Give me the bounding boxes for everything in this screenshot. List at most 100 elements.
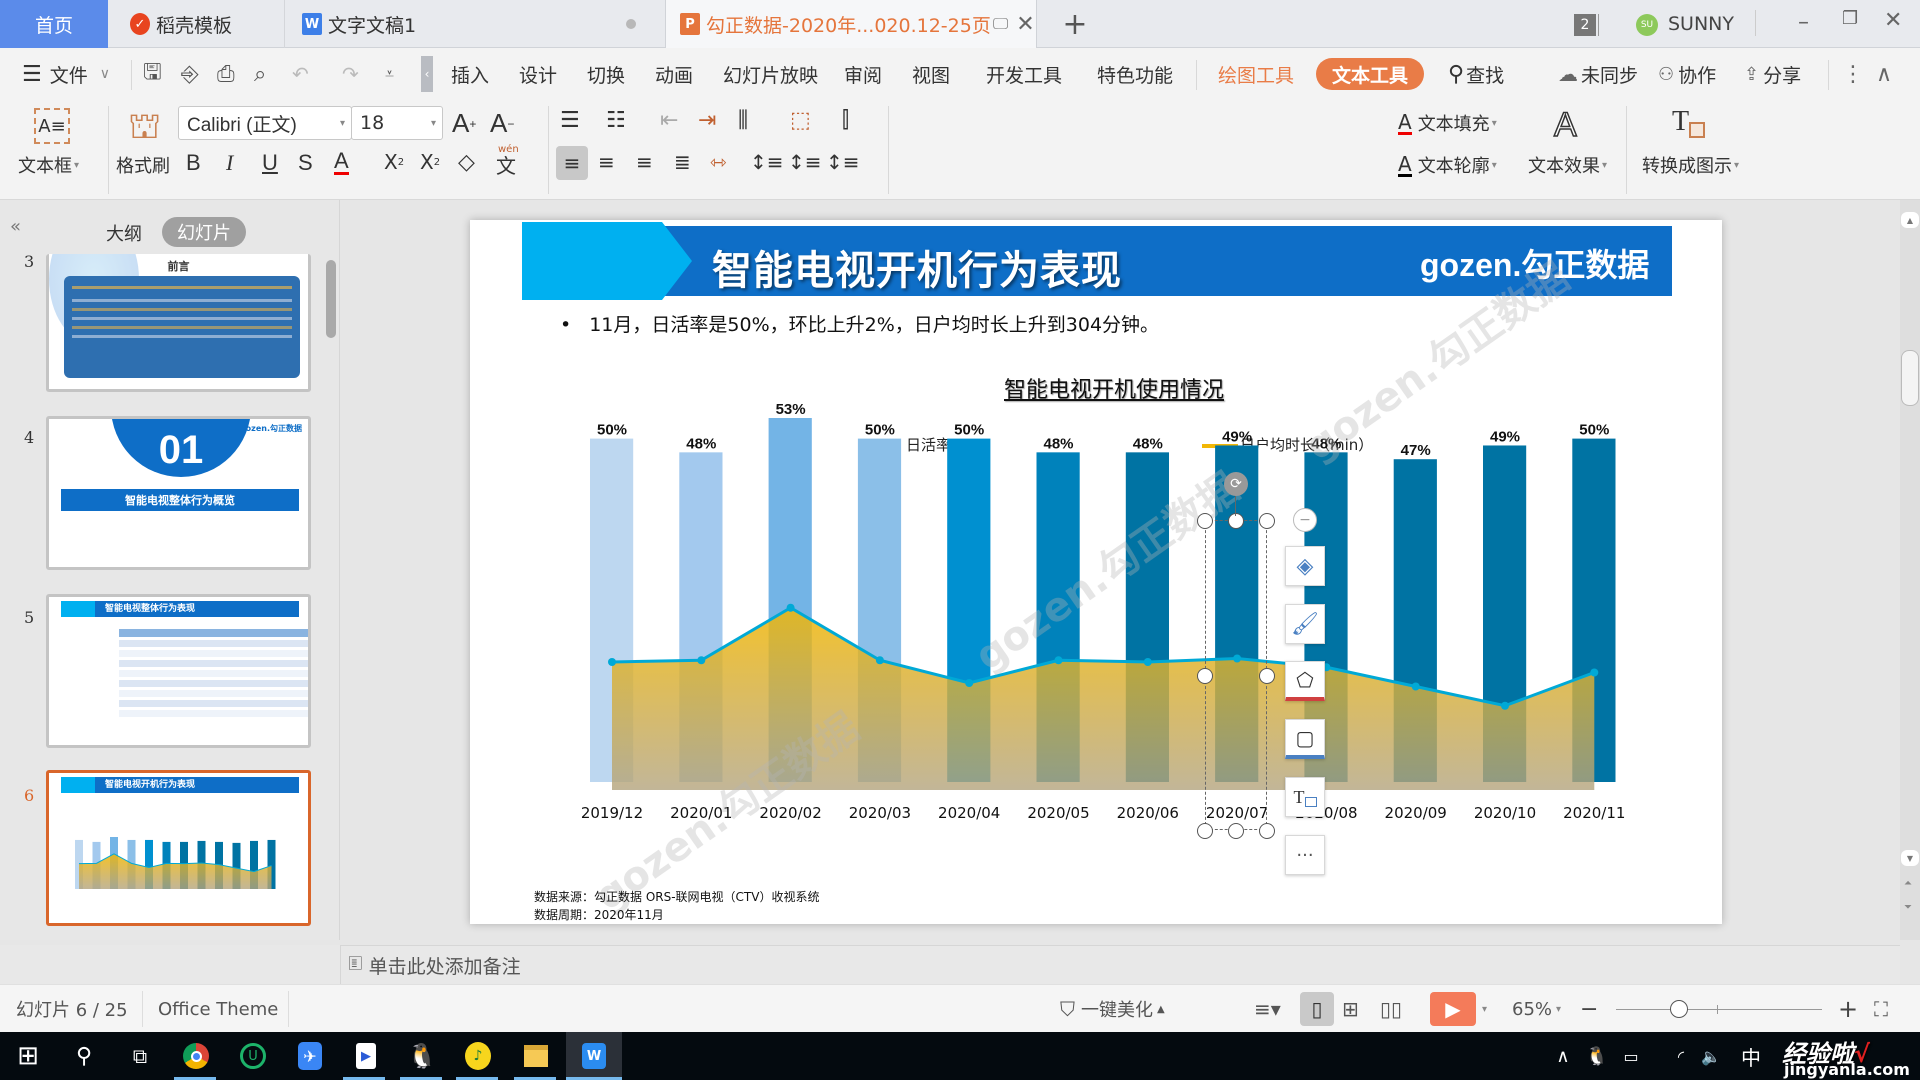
slide-thumbnail-4[interactable]: 01 gozen.勾正数据 智能电视整体行为概览 bbox=[46, 416, 311, 570]
spacing-options-button[interactable]: ↕≡ bbox=[826, 150, 860, 174]
notes-area[interactable]: 🗉 单击此处添加备注 bbox=[340, 945, 1900, 985]
duration-point-2019/12[interactable] bbox=[608, 658, 616, 666]
prev-slide-button[interactable]: ⏶ bbox=[1904, 878, 1912, 889]
reading-view-button[interactable]: ▯▯ bbox=[1380, 985, 1402, 1033]
decrease-indent-button[interactable]: ⇤ bbox=[660, 108, 678, 133]
collaborate-button[interactable]: ⚇ 协作 bbox=[1658, 48, 1716, 100]
strikethrough-button[interactable]: S bbox=[298, 150, 313, 176]
font-size-select[interactable]: 18 ▾ bbox=[351, 106, 443, 140]
tab-home[interactable]: 首页 bbox=[0, 0, 108, 48]
notes-toggle-button[interactable]: ≡▾ bbox=[1254, 985, 1281, 1033]
feishu-icon[interactable]: ✈ bbox=[282, 1032, 338, 1080]
battery-icon[interactable]: ▭ bbox=[1616, 1032, 1646, 1080]
play-options-button[interactable]: ▾ bbox=[1482, 985, 1487, 1033]
tab-daoke[interactable]: ✓ 稻壳模板 bbox=[112, 0, 282, 48]
resize-handle[interactable] bbox=[1197, 513, 1213, 529]
resize-handle[interactable] bbox=[1228, 513, 1244, 529]
avatar[interactable]: SU bbox=[1636, 14, 1658, 36]
text-effect-icon[interactable]: A bbox=[1553, 105, 1577, 145]
phonetic-button[interactable]: wén 文 bbox=[496, 144, 519, 179]
panel-scrollbar-thumb[interactable] bbox=[326, 260, 336, 338]
tab-slides[interactable]: 幻灯片 bbox=[162, 217, 246, 247]
scroll-up-button[interactable]: ▲ bbox=[1901, 212, 1919, 228]
play-slideshow-button[interactable]: ▶ bbox=[1430, 992, 1476, 1026]
align-right-button[interactable]: ≡ bbox=[636, 150, 653, 174]
paragraph-spacing-button[interactable]: ↕≡ bbox=[788, 150, 822, 174]
duration-point-2020/03[interactable] bbox=[875, 656, 884, 665]
duration-point-2020/11[interactable] bbox=[1590, 668, 1599, 677]
new-tab-button[interactable]: + bbox=[1060, 0, 1090, 48]
menu-text-tools[interactable]: 文本工具 bbox=[1316, 58, 1424, 90]
show-hidden-icons[interactable]: ∧ bbox=[1548, 1032, 1578, 1080]
slide-thumbnail-6[interactable]: 智能电视开机行为表现 bbox=[46, 770, 311, 926]
qq-tray-icon[interactable]: 🐧 bbox=[1582, 1032, 1612, 1080]
close-window-button[interactable]: ✕ bbox=[1884, 8, 1902, 33]
next-slide-button[interactable]: ⏷ bbox=[1904, 902, 1912, 913]
normal-view-button[interactable]: ▯ bbox=[1300, 992, 1334, 1026]
collapse-panel-icon[interactable]: « bbox=[10, 216, 21, 237]
menu-transition[interactable]: 切换 bbox=[587, 48, 625, 100]
ime-indicator[interactable]: 中 bbox=[1736, 1032, 1766, 1080]
duration-point-2020/06[interactable] bbox=[1143, 658, 1152, 666]
convert-diagram-icon[interactable]: T bbox=[1672, 106, 1706, 138]
text-direction-button[interactable]: ⬚ bbox=[790, 108, 811, 133]
menu-review[interactable]: 审阅 bbox=[844, 48, 882, 100]
line-spacing-button[interactable]: ↕≡ bbox=[750, 150, 784, 174]
video-player-icon[interactable]: ▶ bbox=[338, 1032, 394, 1080]
numbered-list-button[interactable]: ☷ bbox=[606, 108, 626, 133]
duration-point-2020/04[interactable] bbox=[965, 679, 974, 687]
resize-handle[interactable] bbox=[1259, 823, 1275, 839]
slide-thumbnail-3[interactable]: 前言 bbox=[46, 254, 311, 392]
qq-icon[interactable]: 🐧 bbox=[394, 1032, 450, 1080]
menu-slideshow[interactable]: 幻灯片放映 bbox=[723, 48, 818, 100]
task-view-icon[interactable]: ⧉ bbox=[112, 1032, 168, 1080]
export-button[interactable]: ⎆ bbox=[181, 48, 199, 100]
duration-point-2020/02[interactable] bbox=[786, 603, 795, 612]
text-fill-button[interactable]: A 文本填充 ▾ bbox=[1398, 110, 1497, 136]
decrease-font-button[interactable]: A − bbox=[490, 108, 514, 139]
zoom-slider-track[interactable] bbox=[1616, 1009, 1822, 1010]
layers-icon[interactable]: ◈ bbox=[1285, 546, 1325, 586]
app-u-icon[interactable]: U bbox=[225, 1032, 281, 1080]
beautify-button[interactable]: ⛉ 一键美化 ▲ bbox=[1060, 985, 1165, 1033]
menu-insert[interactable]: 插入 bbox=[451, 48, 489, 100]
textbox-icon[interactable]: A≡ bbox=[34, 108, 70, 144]
menu-features[interactable]: 特色功能 bbox=[1097, 48, 1173, 100]
font-name-select[interactable]: Calibri (正文) ▾ bbox=[178, 106, 352, 140]
bold-button[interactable]: B bbox=[186, 150, 201, 176]
menu-developer[interactable]: 开发工具 bbox=[986, 48, 1062, 100]
qq-music-icon[interactable]: ♪ bbox=[450, 1032, 506, 1080]
theme-name[interactable]: Office Theme bbox=[158, 985, 278, 1033]
minimize-button[interactable]: – bbox=[1798, 10, 1809, 35]
textbox-button[interactable]: 文本框 ▾ bbox=[18, 152, 79, 178]
duration-point-2020/09[interactable] bbox=[1411, 682, 1420, 691]
user-name[interactable]: SUNNY bbox=[1668, 13, 1734, 35]
restore-button[interactable]: ❐ bbox=[1842, 8, 1858, 29]
close-tab-icon[interactable]: ✕ bbox=[1016, 12, 1034, 37]
rotate-handle[interactable]: ⟳ bbox=[1224, 472, 1248, 496]
window-count-badge[interactable]: 2 bbox=[1574, 14, 1596, 36]
fill-icon[interactable]: ⬠ bbox=[1285, 661, 1325, 701]
align-center-button[interactable]: ≡ bbox=[598, 150, 615, 174]
scroll-left-button[interactable]: ‹ bbox=[421, 56, 433, 92]
convert-icon[interactable]: T bbox=[1285, 777, 1325, 817]
more-icon[interactable]: ··· bbox=[1285, 835, 1325, 875]
clear-format-button[interactable]: ◇ bbox=[458, 150, 475, 175]
resize-handle[interactable] bbox=[1228, 823, 1244, 839]
format-painter-button[interactable]: 格式刷 bbox=[116, 152, 170, 178]
zoom-out-button[interactable]: − bbox=[1580, 985, 1598, 1033]
menu-drawing-tools[interactable]: 绘图工具 bbox=[1218, 48, 1294, 100]
fit-window-button[interactable]: ⛶ bbox=[1874, 985, 1888, 1033]
columns-button[interactable]: ⫼ bbox=[738, 108, 748, 133]
increase-font-button[interactable]: A + bbox=[452, 108, 476, 139]
zoom-slider-thumb[interactable] bbox=[1669, 1000, 1688, 1018]
slide-sorter-button[interactable]: ⊞ bbox=[1342, 985, 1359, 1033]
subscript-button[interactable]: X2 bbox=[420, 150, 440, 174]
resize-handle[interactable] bbox=[1259, 513, 1275, 529]
scrollbar-thumb[interactable] bbox=[1901, 350, 1919, 406]
duration-point-2020/10[interactable] bbox=[1501, 701, 1509, 710]
italic-button[interactable]: I bbox=[226, 150, 233, 176]
wifi-icon[interactable]: ◜ bbox=[1666, 1032, 1696, 1080]
undo-button[interactable]: ↶ bbox=[292, 48, 309, 100]
scroll-down-button[interactable]: ▼ bbox=[1901, 850, 1919, 866]
